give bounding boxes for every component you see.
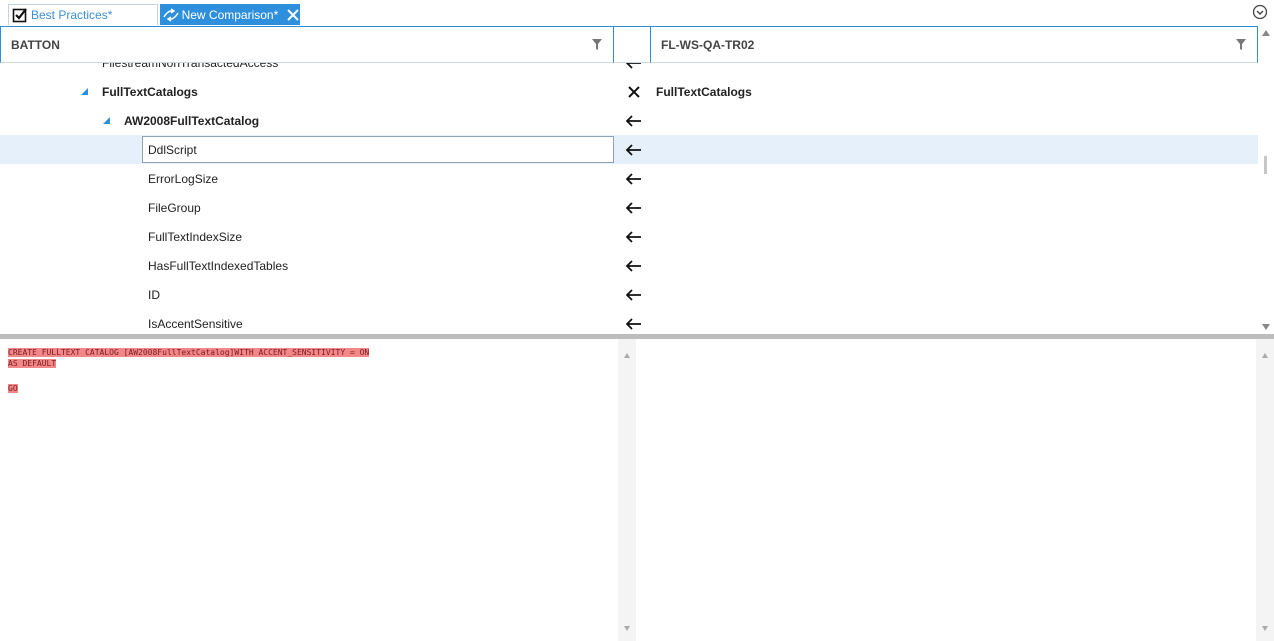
tree-row-left-name: AW2008FullTextCatalog [124, 113, 260, 128]
tab-bar: Best Practices* New Comparison* [0, 0, 1274, 26]
tab-new-comparison-label: New Comparison* [181, 7, 279, 22]
tree-row-left-name: IsAccentSensitive [148, 316, 243, 331]
scroll-up-icon[interactable] [624, 353, 630, 358]
scroll-down-icon[interactable] [624, 626, 630, 631]
tree-row-left-name: ID [148, 287, 160, 302]
right-column-header[interactable]: FL-WS-QA-TR02 [650, 26, 1258, 63]
expand-triangle-icon[interactable] [100, 106, 112, 135]
script-line: AS DEFAULT [8, 359, 57, 368]
left-server-title: BATTON [11, 37, 60, 52]
tree-row-right-name: FullTextCatalogs [656, 84, 752, 99]
script-line: CREATE FULLTEXT CATALOG [AW2008FullTextC… [8, 348, 370, 357]
tree-row[interactable]: IsAccentSensitive [0, 309, 1258, 333]
tree-scrollbar[interactable] [1259, 26, 1274, 334]
x-icon[interactable] [622, 77, 646, 106]
comparison-tree: FilestreamNonTransactedAccess FullTextCa… [0, 63, 1258, 333]
arrow-left-icon[interactable] [622, 222, 646, 251]
arrow-left-icon[interactable] [622, 63, 646, 77]
tree-row-left-name: FullTextIndexSize [148, 229, 243, 244]
scroll-up-icon[interactable] [1262, 353, 1268, 358]
right-script-scrollbar[interactable] [1256, 339, 1274, 641]
tree-row-left-name: HasFullTextIndexedTables [148, 258, 289, 273]
tree-row[interactable]: FilestreamNonTransactedAccess [0, 63, 1258, 77]
tab-best-practices[interactable]: Best Practices* [8, 4, 158, 25]
tree-row-left-name: FilestreamNonTransactedAccess [102, 63, 278, 77]
script-line: GO [8, 384, 18, 393]
arrow-left-icon[interactable] [622, 106, 646, 135]
tree-row[interactable]: ID [0, 280, 1258, 309]
tree-row[interactable]: HasFullTextIndexedTables [0, 251, 1258, 280]
scroll-down-icon[interactable] [1262, 324, 1270, 330]
script-code: CREATE FULLTEXT CATALOG [AW2008FullTextC… [8, 347, 370, 394]
scroll-down-icon[interactable] [1262, 626, 1268, 631]
compare-icon [160, 7, 182, 23]
close-icon[interactable] [286, 8, 300, 22]
tree-row[interactable]: FullTextIndexSize [0, 222, 1258, 251]
tree-row-selected[interactable]: DdlScript [0, 135, 1258, 164]
tree-row-left-name: FileGroup [148, 200, 201, 215]
tab-new-comparison[interactable]: New Comparison* [160, 4, 300, 25]
filter-icon[interactable] [1231, 39, 1251, 50]
tab-best-practices-label: Best Practices* [31, 8, 113, 22]
selection-box [142, 136, 614, 163]
checkbox-icon [9, 7, 31, 23]
arrow-left-icon[interactable] [622, 193, 646, 222]
expand-triangle-icon[interactable] [78, 77, 90, 106]
scroll-up-icon[interactable] [1262, 30, 1270, 36]
left-column-header[interactable]: BATTON [0, 26, 614, 63]
tree-row-left-name: DdlScript [148, 142, 197, 157]
right-server-title: FL-WS-QA-TR02 [661, 37, 755, 52]
right-script-pane[interactable] [638, 339, 1256, 641]
status-column-header [614, 26, 650, 63]
arrow-left-icon[interactable] [622, 280, 646, 309]
tree-row[interactable]: FileGroup [0, 193, 1258, 222]
chevron-circle-down-icon[interactable] [1252, 4, 1268, 20]
scrollbar-thumb[interactable] [1264, 156, 1267, 174]
arrow-left-icon[interactable] [622, 251, 646, 280]
filter-icon[interactable] [587, 39, 607, 50]
tree-row-left-name: FullTextCatalogs [102, 84, 198, 99]
left-script-pane[interactable]: CREATE FULLTEXT CATALOG [AW2008FullTextC… [0, 339, 618, 641]
tree-row[interactable]: FullTextCatalogs FullTextCatalogs [0, 77, 1258, 106]
arrow-left-icon[interactable] [622, 309, 646, 333]
tree-row-left-name: ErrorLogSize [148, 171, 219, 186]
left-script-scrollbar[interactable] [618, 339, 636, 641]
arrow-left-icon[interactable] [622, 135, 646, 164]
arrow-left-icon[interactable] [622, 164, 646, 193]
tree-row[interactable]: ErrorLogSize [0, 164, 1258, 193]
comparison-window: Best Practices* New Comparison* BATTON F… [0, 0, 1274, 641]
tree-row[interactable]: AW2008FullTextCatalog [0, 106, 1258, 135]
